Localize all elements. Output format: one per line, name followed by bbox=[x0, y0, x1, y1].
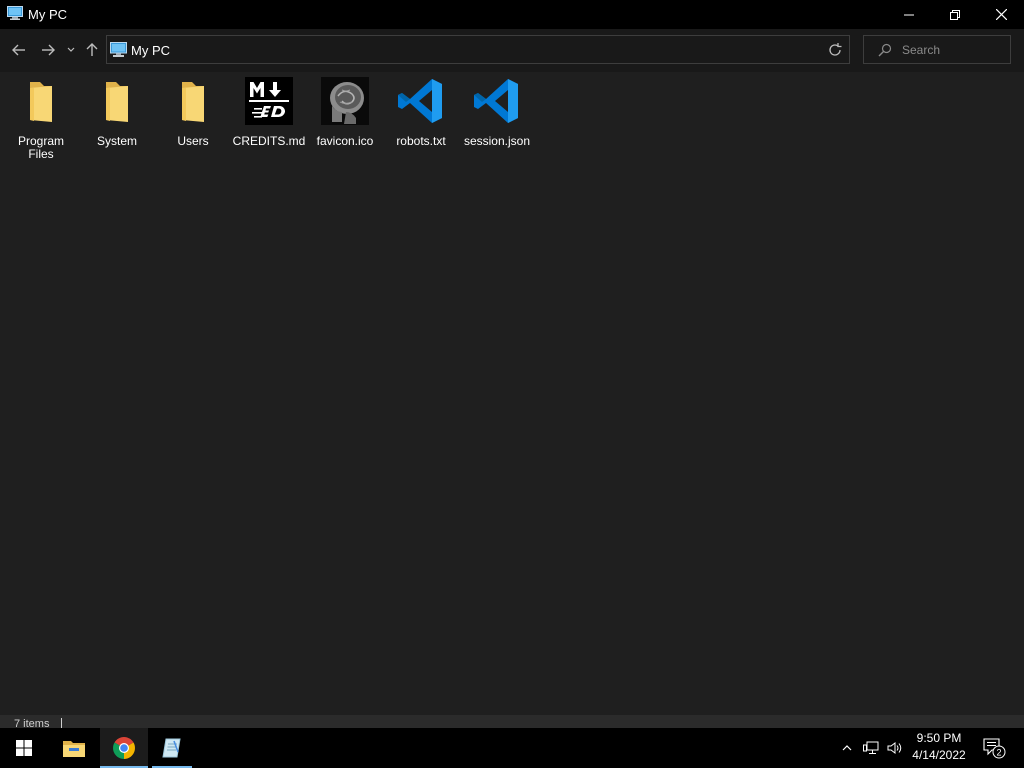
file-explorer-icon bbox=[63, 741, 85, 757]
minimize-icon bbox=[904, 14, 914, 15]
markdown-icon bbox=[245, 77, 293, 125]
list-item-label: System bbox=[96, 134, 137, 148]
chevron-down-icon bbox=[67, 47, 75, 52]
network-button[interactable] bbox=[860, 728, 882, 768]
start-button[interactable] bbox=[0, 728, 48, 768]
title-bar: My PC bbox=[0, 0, 1024, 29]
address-bar[interactable]: My PC bbox=[106, 35, 850, 64]
item-count: 7 items bbox=[14, 718, 50, 728]
file-list: Program Files System Users CREDITS.md fa… bbox=[0, 72, 1024, 715]
clock-date: 4/14/2022 bbox=[912, 748, 966, 762]
list-item[interactable]: favicon.ico bbox=[308, 76, 382, 148]
list-item[interactable]: CREDITS.md bbox=[232, 76, 306, 148]
search-input[interactable] bbox=[902, 40, 1002, 60]
folder-icon bbox=[106, 82, 128, 122]
list-item[interactable]: Users bbox=[156, 76, 230, 148]
arrow-right-icon bbox=[42, 44, 55, 56]
taskbar-clock[interactable]: 9:50 PM 4/14/2022 bbox=[906, 730, 972, 764]
windows-start-icon bbox=[16, 740, 32, 756]
volume-icon bbox=[887, 742, 902, 754]
show-hidden-icons-button[interactable] bbox=[838, 728, 856, 768]
image-icon bbox=[321, 77, 369, 125]
list-item[interactable]: Program Files bbox=[4, 76, 78, 161]
folder-icon bbox=[30, 82, 52, 122]
vscode-icon bbox=[474, 79, 518, 123]
list-item-label: session.json bbox=[463, 134, 531, 148]
list-item[interactable]: System bbox=[80, 76, 154, 148]
address-location: My PC bbox=[131, 43, 170, 58]
restore-button[interactable] bbox=[932, 0, 978, 29]
list-item-label: Users bbox=[177, 134, 209, 148]
notification-count: 2 bbox=[996, 748, 1001, 758]
forward-button[interactable] bbox=[37, 39, 59, 61]
list-item-label: CREDITS.md bbox=[232, 134, 306, 148]
list-item-label: favicon.ico bbox=[316, 134, 374, 148]
status-bar: 7 items bbox=[0, 715, 1024, 728]
notification-icon: 2 bbox=[983, 738, 1006, 759]
taskbar: 9:50 PM 4/14/2022 2 bbox=[0, 728, 1024, 768]
list-item-label: Program Files bbox=[17, 134, 64, 161]
chevron-up-icon bbox=[842, 745, 852, 751]
close-button[interactable] bbox=[978, 0, 1024, 29]
list-item[interactable]: robots.txt bbox=[384, 76, 458, 148]
notepad-icon bbox=[162, 738, 181, 758]
clock-time: 9:50 PM bbox=[916, 731, 962, 745]
recent-locations-button[interactable] bbox=[63, 39, 79, 61]
taskbar-chrome[interactable] bbox=[100, 728, 148, 768]
chrome-icon bbox=[113, 737, 135, 759]
folder-icon bbox=[182, 82, 204, 122]
close-icon bbox=[995, 9, 1007, 20]
window-title: My PC bbox=[28, 7, 67, 22]
action-center-button[interactable]: 2 bbox=[978, 728, 1010, 768]
vscode-icon bbox=[398, 79, 442, 123]
restore-icon bbox=[950, 9, 960, 20]
up-button[interactable] bbox=[81, 39, 103, 61]
taskbar-file-explorer[interactable] bbox=[50, 728, 98, 768]
taskbar-notepad[interactable] bbox=[152, 728, 192, 768]
computer-icon bbox=[7, 6, 23, 20]
list-item[interactable]: session.json bbox=[460, 76, 534, 148]
minimize-button[interactable] bbox=[886, 0, 932, 29]
computer-icon bbox=[110, 42, 127, 57]
list-item-label: robots.txt bbox=[396, 134, 446, 148]
arrow-up-icon bbox=[86, 43, 98, 56]
back-button[interactable] bbox=[8, 39, 30, 61]
volume-button[interactable] bbox=[884, 728, 906, 768]
search-icon bbox=[878, 43, 892, 57]
network-icon bbox=[863, 741, 879, 754]
status-divider bbox=[61, 718, 62, 728]
search-box[interactable] bbox=[863, 35, 1011, 64]
refresh-icon[interactable] bbox=[827, 42, 843, 58]
arrow-left-icon bbox=[12, 44, 25, 56]
